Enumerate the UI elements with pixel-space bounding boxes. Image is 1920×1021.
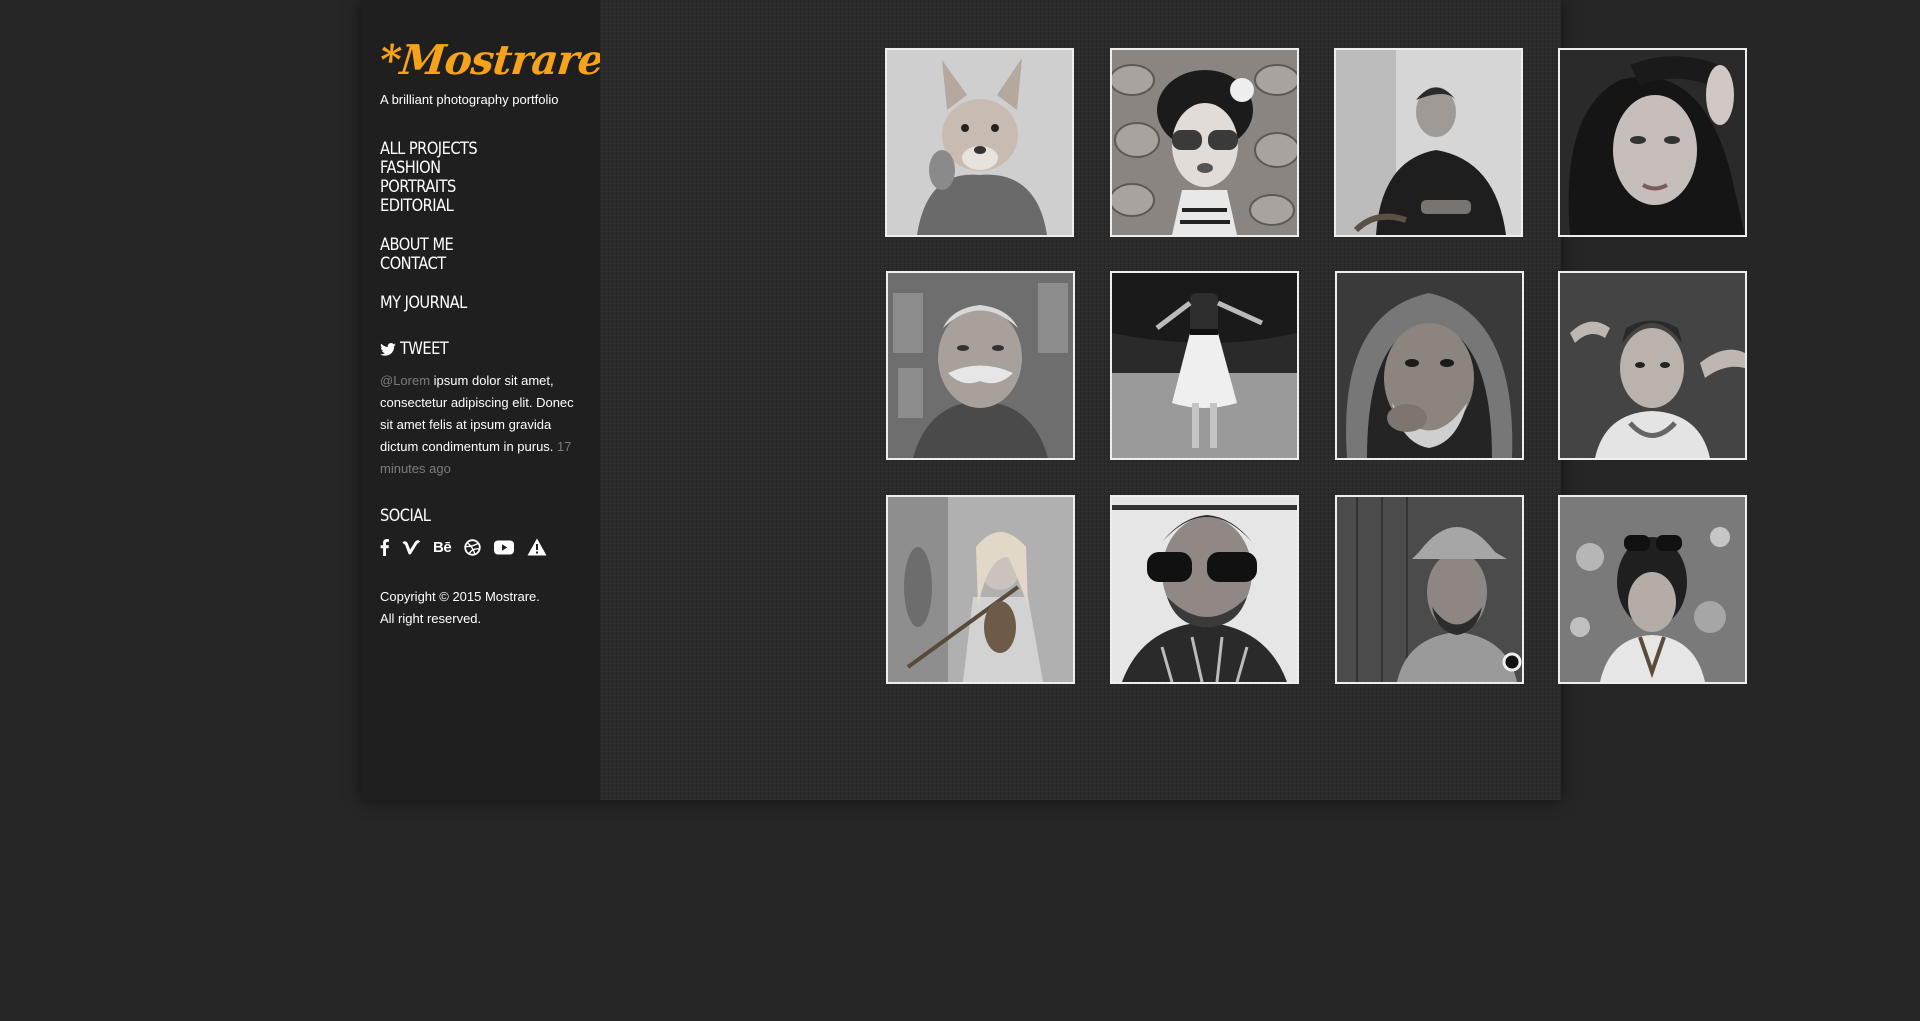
nav-item-fashion[interactable]: FASHION: [380, 159, 569, 178]
portfolio-page: *Mostrare A brilliant photography portfo…: [361, 0, 1747, 800]
facebook-icon[interactable]: [380, 538, 389, 556]
nav-item-all-projects[interactable]: ALL PROJECTS: [380, 140, 569, 159]
copyright-line-2: All right reserved.: [380, 611, 482, 626]
secondary-nav: ABOUT ME CONTACT: [380, 236, 600, 274]
nav-item-portraits[interactable]: PORTRAITS: [380, 178, 569, 197]
nav-item-editorial[interactable]: EDITORIAL: [380, 197, 569, 216]
copyright-line-1: Copyright © 2015 Mostrare.: [380, 589, 540, 604]
photo-man-fedora[interactable]: [1335, 495, 1524, 684]
tweet-title: TWEET: [400, 339, 449, 359]
logo[interactable]: *Mostrare: [377, 36, 605, 84]
photo-girl-white-dress[interactable]: [1110, 271, 1299, 460]
social-heading: SOCIAL: [380, 506, 600, 526]
photo-woman-hat[interactable]: [1558, 48, 1747, 237]
youtube-icon[interactable]: [494, 538, 515, 556]
social-title: SOCIAL: [380, 506, 431, 526]
photo-old-man-mustache[interactable]: [886, 271, 1075, 460]
social-icons: Bē: [380, 538, 600, 556]
twitter-icon: [380, 342, 396, 356]
photo-young-man[interactable]: [1558, 271, 1747, 460]
photo-woman-sunglasses[interactable]: [1110, 48, 1299, 237]
warning-icon[interactable]: [527, 538, 547, 556]
nav-item-contact[interactable]: CONTACT: [380, 255, 569, 274]
photo-man-goggles[interactable]: [1110, 495, 1299, 684]
vimeo-icon[interactable]: [402, 538, 420, 556]
behance-icon[interactable]: Bē: [433, 538, 452, 556]
nav-item-my-journal[interactable]: MY JOURNAL: [380, 294, 569, 313]
tweet-heading: TWEET: [380, 339, 600, 359]
photo-violinist[interactable]: [886, 495, 1075, 684]
nav-item-about-me[interactable]: ABOUT ME: [380, 236, 569, 255]
primary-nav: ALL PROJECTS FASHION PORTRAITS EDITORIAL: [380, 140, 600, 216]
photo-fox-mask[interactable]: [885, 48, 1074, 237]
tweet-handle[interactable]: @Lorem: [380, 373, 430, 388]
gallery: [600, 0, 1747, 800]
photo-girl-sunglasses-on-head[interactable]: [1558, 495, 1747, 684]
photo-man-armchair[interactable]: [1334, 48, 1523, 237]
journal-nav: MY JOURNAL: [380, 294, 600, 313]
photo-hooded-old-man[interactable]: [1335, 271, 1524, 460]
tagline: A brilliant photography portfolio: [380, 92, 559, 107]
sidebar: *Mostrare A brilliant photography portfo…: [361, 0, 606, 800]
copyright: Copyright © 2015 Mostrare. All right res…: [380, 586, 600, 630]
tweet-body: @Lorem ipsum dolor sit amet, consectetur…: [380, 370, 585, 480]
dribbble-icon[interactable]: [464, 538, 481, 556]
